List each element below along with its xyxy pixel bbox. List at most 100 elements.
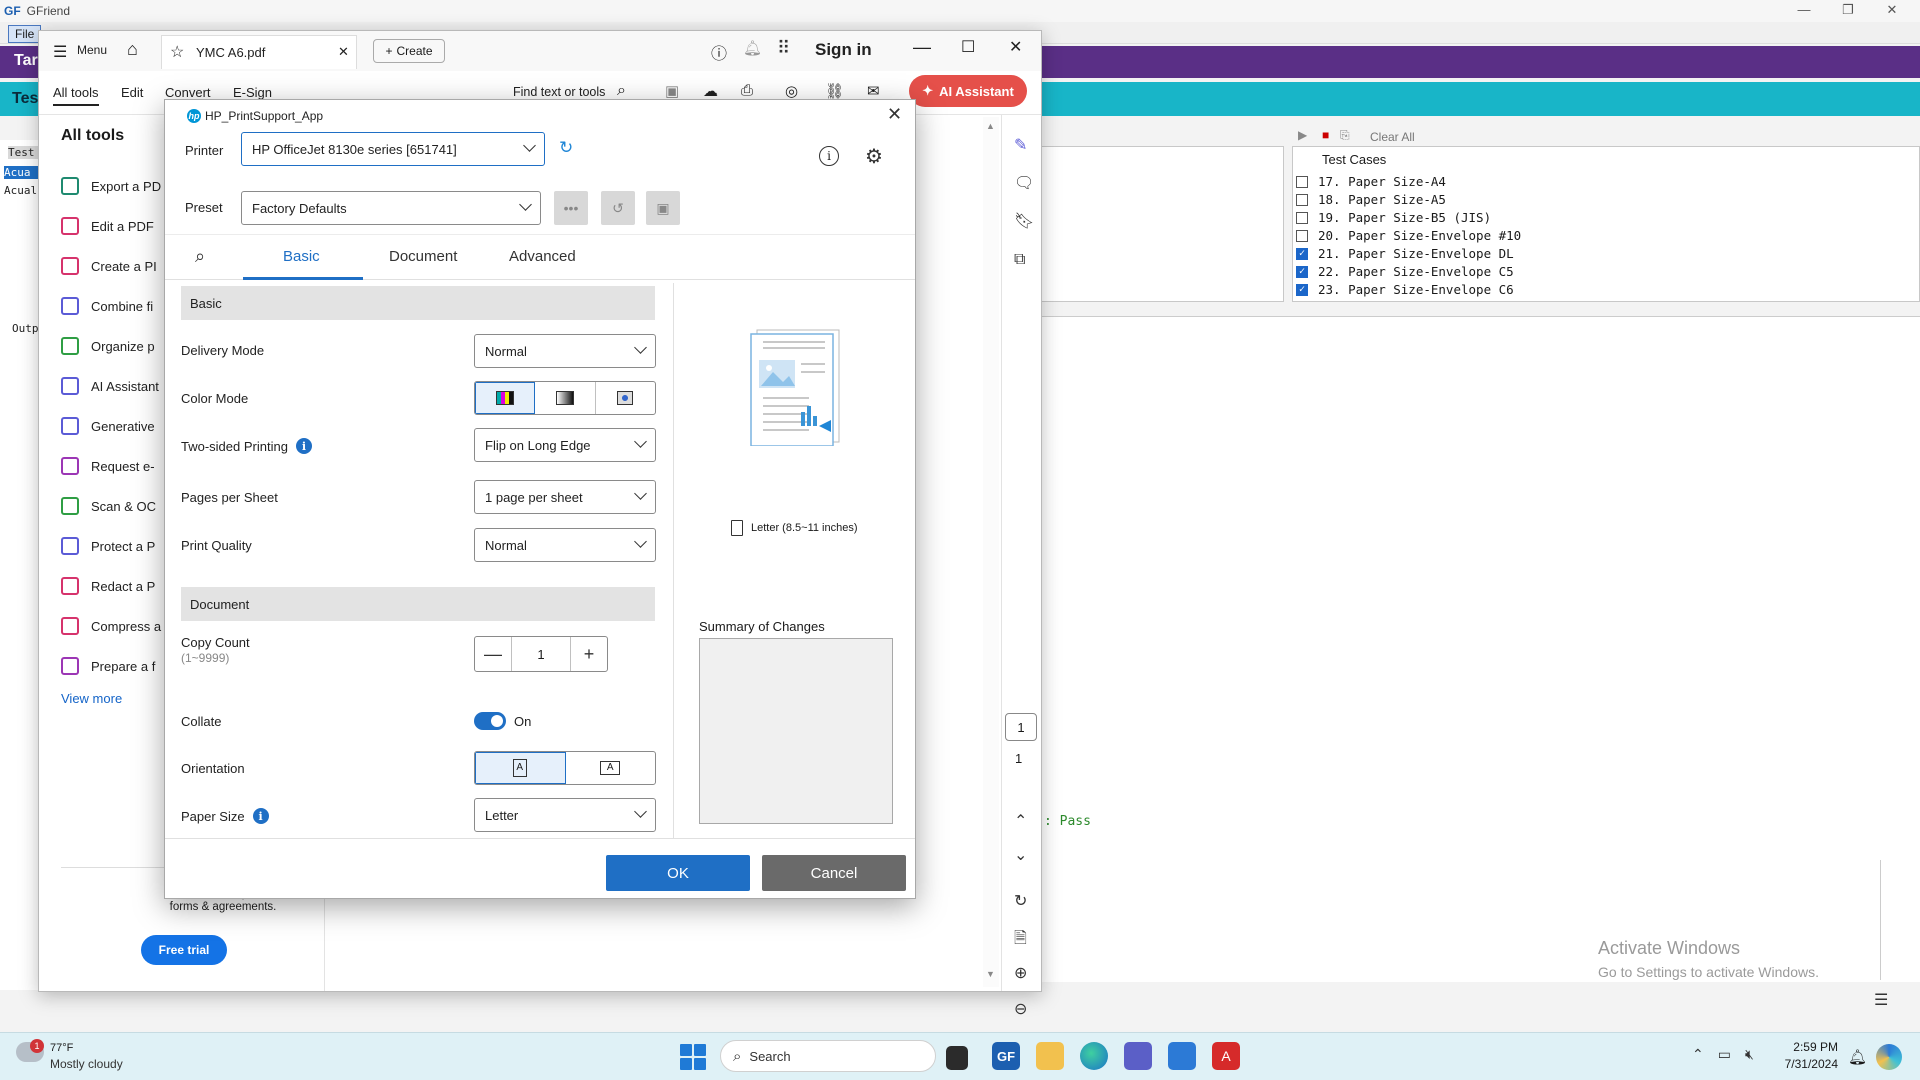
info-icon[interactable]: i [252,808,269,824]
clock-time[interactable]: 2:59 PM [1778,1040,1838,1054]
tab-document[interactable]: Document [389,248,457,265]
menu-button[interactable]: Menu [77,43,107,57]
test-case-row[interactable]: 19. Paper Size-B5 (JIS) [1296,210,1491,225]
search-icon[interactable]: ⌕ [617,82,626,100]
taskbar-search[interactable]: ⌕ Search [720,1040,936,1072]
tool-item[interactable]: Compress a [61,617,161,635]
tool-item[interactable]: Create a PI [61,257,157,275]
test-case-checkbox[interactable] [1296,211,1308,224]
ok-button[interactable]: OK [606,855,750,891]
color-mode-color[interactable] [475,382,536,414]
tab-advanced[interactable]: Advanced [509,248,576,265]
test-case-row[interactable]: 17. Paper Size-A4 [1296,174,1446,189]
notification-bell-icon[interactable]: 🔔︎ [1848,1048,1867,1066]
acrobat-taskbar-icon[interactable]: A [1212,1042,1240,1070]
cancel-button[interactable]: Cancel [762,855,906,891]
tab-edit[interactable]: Edit [121,85,143,100]
info-icon[interactable]: i [819,146,839,166]
copilot-icon[interactable] [1876,1044,1902,1070]
test-case-row[interactable]: ✓ 22. Paper Size-Envelope C5 [1296,264,1514,279]
tab-basic[interactable]: Basic [283,248,320,265]
chevron-up-icon[interactable]: ⌃ [1692,1046,1704,1063]
page-number-input[interactable]: 1 [1005,713,1037,741]
test-case-checkbox[interactable]: ✓ [1296,265,1308,278]
create-button[interactable]: + Create [373,39,445,63]
paper-size-select[interactable]: Letter [474,798,656,832]
page-up-icon[interactable]: ⌃ [1014,811,1027,831]
copy-count-input[interactable]: 1 [511,637,571,671]
test-case-checkbox[interactable] [1296,229,1308,242]
test-case-checkbox[interactable] [1296,175,1308,188]
minimize-icon[interactable]: — [913,37,931,58]
clock-date[interactable]: 7/31/2024 [1766,1057,1838,1071]
search-icon[interactable]: ⌕ [195,246,205,267]
tree-item[interactable]: Acual [4,184,37,197]
refresh-icon[interactable]: ↻ [559,138,573,158]
tool-item[interactable]: Combine fi [61,297,153,315]
rotate-icon[interactable]: ↻ [1014,891,1027,911]
stop-icon[interactable]: ■ [1322,128,1329,142]
print-icon[interactable]: ⎙ [741,82,753,99]
edge-icon[interactable] [1080,1042,1108,1070]
view-more-link[interactable]: View more [61,691,122,706]
help-icon[interactable]: ⓘ [711,40,727,64]
increment-button[interactable]: + [571,637,607,671]
gear-icon[interactable]: ⚙ [865,144,883,169]
tab-document[interactable]: ☆ YMC A6.pdf ✕ [161,35,357,69]
scroll-down-icon[interactable]: ▼ [986,969,995,979]
clear-all-icon[interactable]: ⎘ [1340,128,1350,143]
print-quality-select[interactable]: Normal [474,528,656,562]
task-view-icon[interactable] [946,1046,968,1070]
edit-comment-icon[interactable]: ✎ [1014,135,1027,155]
scroll-up-icon[interactable]: ▲ [986,121,995,131]
test-case-row[interactable]: 18. Paper Size-A5 [1296,192,1446,207]
home-icon[interactable]: ⌂ [127,39,138,60]
tool-item[interactable]: Generative [61,417,155,435]
tab-all-tools[interactable]: All tools [53,85,99,106]
orientation-portrait[interactable]: A [475,752,566,784]
preset-save-button[interactable]: ▣ [646,191,680,225]
tool-item[interactable]: Organize p [61,337,155,355]
free-trial-button[interactable]: Free trial [141,935,227,965]
close-icon[interactable]: ✕ [1872,2,1912,18]
decrement-button[interactable]: — [475,637,511,671]
document-scrollbar[interactable]: ▲ ▼ [983,117,999,987]
maximize-icon[interactable]: ☐ [961,37,975,57]
pages-icon[interactable]: ⧉ [1014,251,1025,269]
tab-close-icon[interactable]: ✕ [338,44,349,60]
upload-cloud-icon[interactable]: ☁ [703,82,718,100]
two-sided-select[interactable]: Flip on Long Edge [474,428,656,462]
collate-toggle[interactable] [474,712,506,730]
preset-reset-button[interactable]: ↺ [601,191,635,225]
delivery-mode-select[interactable]: Normal [474,334,656,368]
list-view-icon[interactable]: ☰ [1874,990,1888,1010]
test-case-row[interactable]: 20. Paper Size-Envelope #10 [1296,228,1521,243]
tool-item[interactable]: Redact a P [61,577,155,595]
share-icon[interactable]: ◎ [785,82,798,100]
email-icon[interactable]: ✉ [867,82,880,100]
tool-item[interactable]: Prepare a f [61,657,155,675]
test-case-checkbox[interactable] [1296,193,1308,206]
display-icon[interactable]: ▭ [1718,1046,1731,1063]
zoom-in-icon[interactable]: ⊕ [1014,963,1027,983]
output-scrollbar[interactable] [1880,860,1900,980]
color-mode-grayscale[interactable] [535,382,596,414]
zoom-out-icon[interactable]: ⊖ [1014,999,1027,1019]
orientation-landscape[interactable]: A [566,752,656,784]
apps-grid-icon[interactable]: ⠿ [777,38,790,59]
tool-item[interactable]: AI Assistant [61,377,159,395]
weather-desc[interactable]: Mostly cloudy [50,1057,123,1071]
test-case-row[interactable]: ✓ 23. Paper Size-Envelope C6 [1296,282,1514,297]
tree-item[interactable]: Test [8,146,38,159]
color-mode-mixed[interactable] [596,382,655,414]
star-icon[interactable]: ☆ [170,42,184,62]
test-case-row[interactable]: ✓ 21. Paper Size-Envelope DL [1296,246,1514,261]
tab-e-sign[interactable]: E-Sign [233,85,272,100]
teams-icon[interactable] [1124,1042,1152,1070]
hamburger-icon[interactable]: ☰ [53,42,67,62]
tool-item[interactable]: Export a PD [61,177,161,195]
weather-temp[interactable]: 77°F [50,1042,73,1054]
comment-icon[interactable]: 🗨︎ [1014,173,1034,193]
page-down-icon[interactable]: ⌄ [1014,845,1027,865]
test-case-checkbox[interactable]: ✓ [1296,247,1308,260]
